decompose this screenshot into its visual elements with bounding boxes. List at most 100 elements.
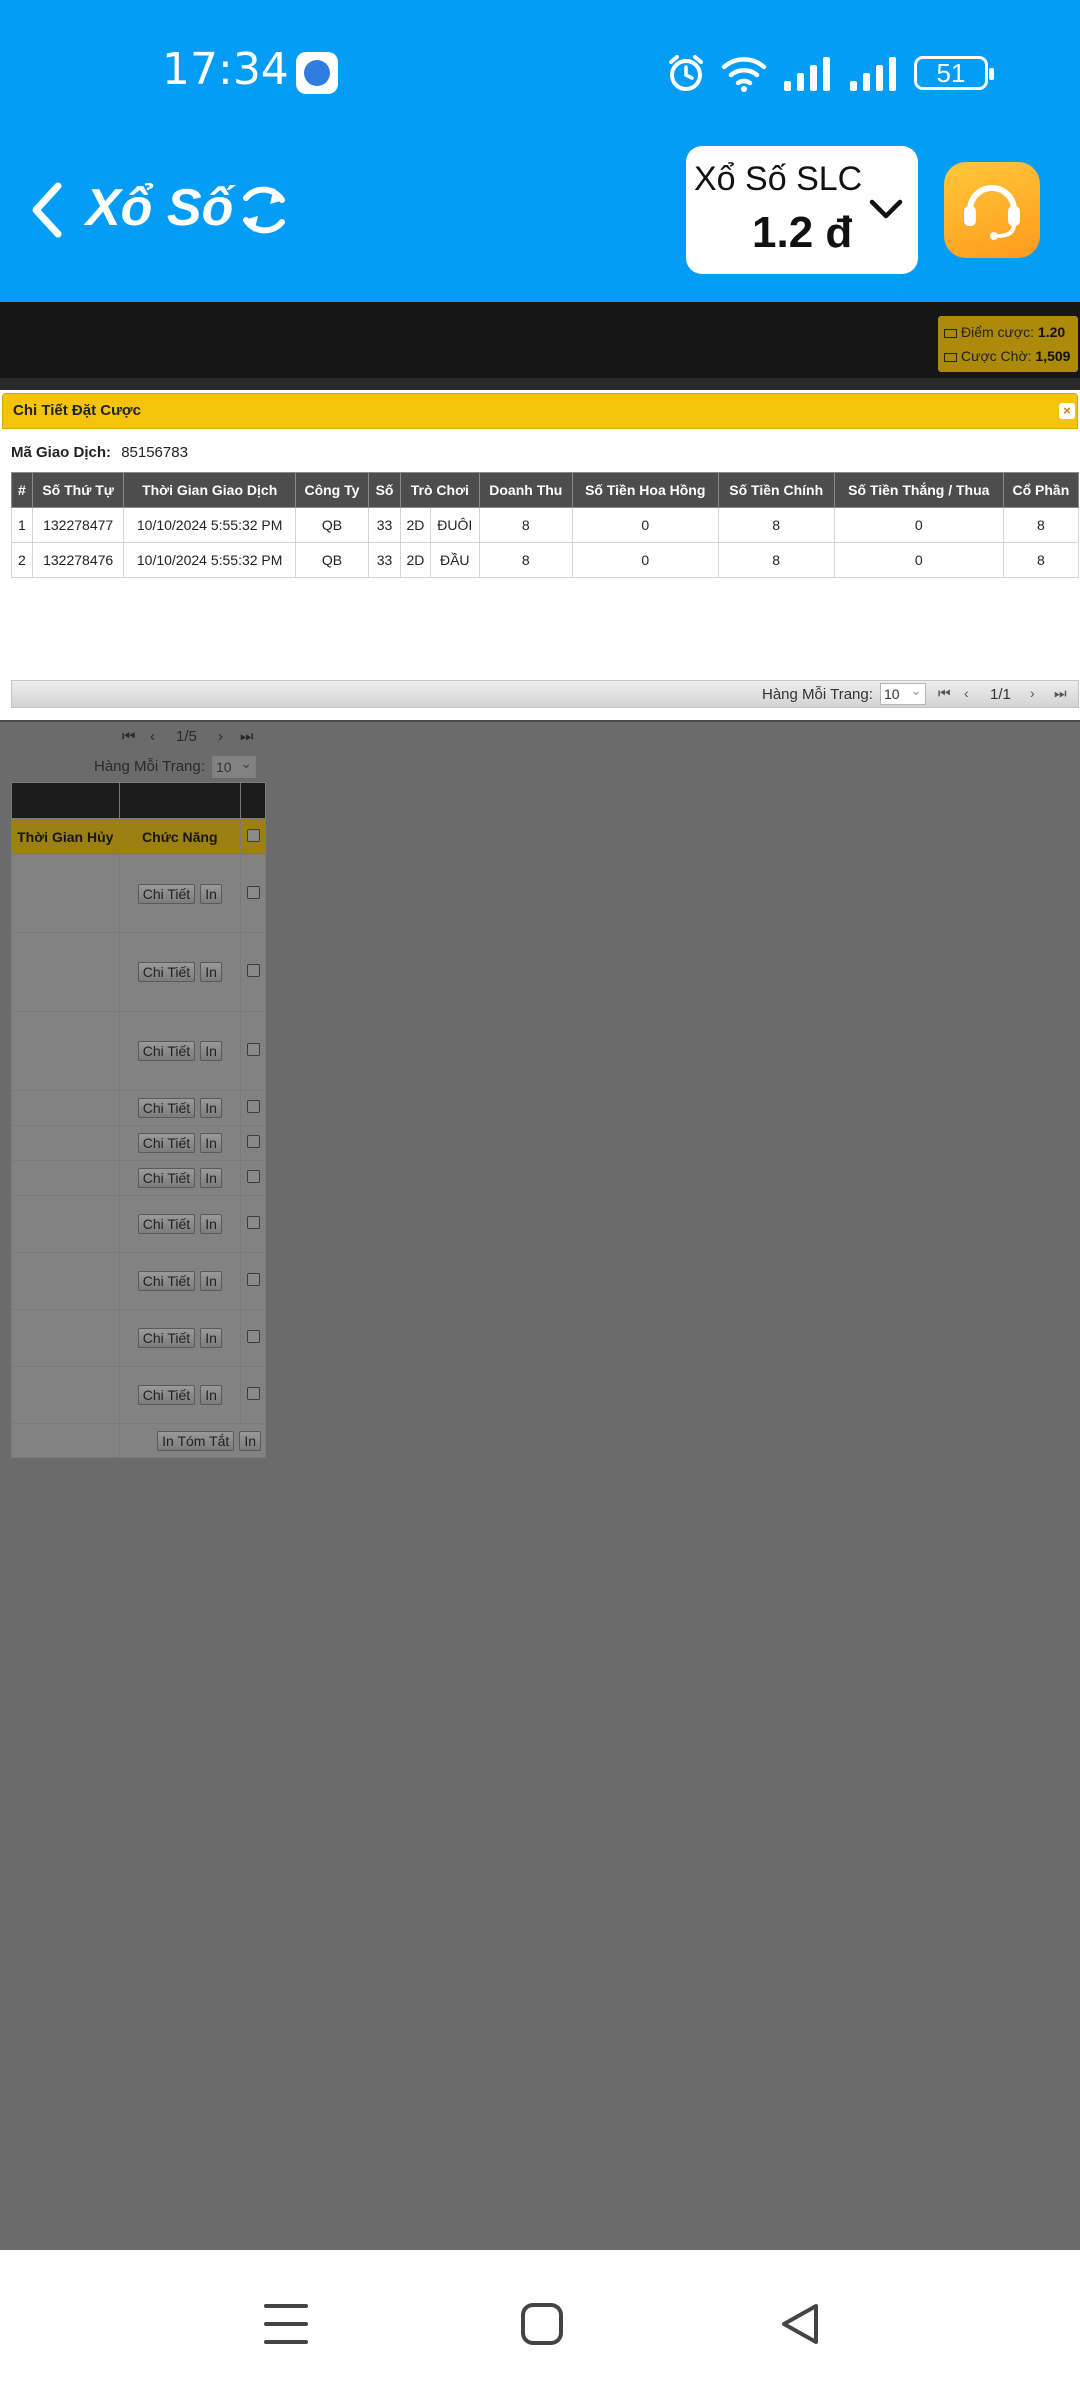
close-button[interactable]: × xyxy=(1059,403,1075,419)
header-cell xyxy=(240,782,266,819)
print-button[interactable]: In xyxy=(200,1168,222,1188)
column-header: # xyxy=(11,472,33,508)
table-header-row xyxy=(11,782,266,819)
select-all-cell xyxy=(240,818,266,855)
modal-divider xyxy=(0,720,1080,722)
summary-empty-cell xyxy=(11,1423,120,1458)
function-cell: Chi Tiết In xyxy=(118,1011,242,1091)
detail-button[interactable]: Chi Tiết xyxy=(137,1328,196,1348)
print-summary-button[interactable]: In Tóm Tắt xyxy=(157,1430,235,1451)
row-checkbox[interactable] xyxy=(246,1387,260,1400)
detail-button[interactable]: Chi Tiết xyxy=(137,1271,196,1291)
chevron-down-icon xyxy=(869,199,903,219)
function-cell: Chi Tiết In xyxy=(118,1090,242,1126)
next-page-button[interactable]: › xyxy=(218,728,223,745)
pending-line: Cược Chờ: 1,509 xyxy=(944,344,1072,368)
money-icon xyxy=(944,353,957,362)
row-checkbox[interactable] xyxy=(246,1100,260,1113)
first-page-button[interactable]: ⏮ xyxy=(122,728,136,745)
bet-points-label: Điểm cược: xyxy=(961,324,1035,340)
column-header: Trò Chơi xyxy=(400,472,480,508)
checkbox-cell xyxy=(240,1366,266,1424)
print-button[interactable]: In xyxy=(200,1385,222,1405)
detail-button[interactable]: Chi Tiết xyxy=(137,1098,196,1118)
modal-header: Chi Tiết Đặt Cược × xyxy=(2,393,1078,429)
function-cell: Chi Tiết In xyxy=(118,1160,242,1196)
transaction-id: 85156783 xyxy=(121,444,188,461)
row-checkbox[interactable] xyxy=(246,1330,260,1343)
refresh-icon[interactable] xyxy=(234,180,294,240)
back-icon[interactable] xyxy=(776,2300,824,2348)
row-checkbox[interactable] xyxy=(246,885,260,899)
table-row: 1 132278477 10/10/2024 5:55:32 PM QB 33 … xyxy=(11,507,1080,543)
print-button[interactable]: In xyxy=(239,1430,261,1451)
column-header: Số Tiền Thắng / Thua xyxy=(833,472,1004,508)
row-checkbox[interactable] xyxy=(246,1273,260,1286)
prev-page-button[interactable]: ‹ xyxy=(150,728,155,745)
function-header: Chức Năng xyxy=(118,818,242,855)
list-row: Chi Tiết In xyxy=(11,1195,266,1253)
modal-title: Chi Tiết Đặt Cược xyxy=(13,402,141,419)
table-cell: 2D xyxy=(400,507,431,543)
page-indicator: 1/5 xyxy=(176,728,197,745)
detail-button[interactable]: Chi Tiết xyxy=(137,1041,196,1061)
detail-button[interactable]: Chi Tiết xyxy=(137,883,196,904)
headset-icon xyxy=(964,185,1020,240)
print-button[interactable]: In xyxy=(200,1041,222,1061)
cancel-time-header: Thời Gian Hủy xyxy=(11,818,120,855)
row-checkbox[interactable] xyxy=(246,964,260,977)
function-cell: Chi Tiết In xyxy=(118,854,242,933)
table-cell: 33 xyxy=(368,542,402,578)
next-page-button[interactable]: › xyxy=(1030,685,1035,701)
print-button[interactable]: In xyxy=(200,1098,222,1118)
print-button[interactable]: In xyxy=(200,1133,222,1153)
table-cell: 33 xyxy=(368,507,402,543)
rows-per-page-select[interactable]: 10 xyxy=(880,680,926,705)
detail-button[interactable]: Chi Tiết xyxy=(137,1133,196,1153)
last-page-button[interactable]: ⏭ xyxy=(1054,685,1067,702)
support-button[interactable] xyxy=(944,162,1040,258)
print-button[interactable]: In xyxy=(200,1271,222,1291)
cancel-time-cell xyxy=(11,1195,120,1253)
row-checkbox[interactable] xyxy=(246,1170,260,1183)
detail-button[interactable]: Chi Tiết xyxy=(137,1214,196,1234)
cancel-time-cell xyxy=(11,854,120,933)
last-page-button[interactable]: ⏭ xyxy=(240,728,254,745)
row-checkbox[interactable] xyxy=(246,1216,260,1229)
function-cell: Chi Tiết In xyxy=(118,932,242,1012)
detail-button[interactable]: Chi Tiết xyxy=(137,1385,196,1405)
status-time: 17:34 xyxy=(162,44,289,95)
column-header: Số xyxy=(368,472,402,508)
list-pager: ⏮ ‹ 1/5 › ⏭ xyxy=(122,728,262,750)
menu-icon[interactable] xyxy=(262,2300,310,2348)
top-bar: 17:34 51 Xổ Số Xổ Số SLC 1.2 đ xyxy=(0,0,1080,302)
table-cell: 2 xyxy=(11,542,33,578)
first-page-button[interactable]: ⏮ xyxy=(938,685,951,702)
navigation-bar xyxy=(0,2250,1080,2400)
print-button[interactable]: In xyxy=(200,1214,222,1234)
print-button[interactable]: In xyxy=(200,962,222,982)
column-header: Số Tiền Hoa Hồng xyxy=(571,472,719,508)
home-icon[interactable] xyxy=(518,2300,566,2348)
lottery-selector[interactable]: Xổ Số SLC 1.2 đ xyxy=(686,146,918,274)
detail-button[interactable]: Chi Tiết xyxy=(137,962,196,982)
detail-button[interactable]: Chi Tiết xyxy=(137,1168,196,1188)
cancel-time-cell xyxy=(11,932,120,1012)
prev-page-button[interactable]: ‹ xyxy=(964,685,969,701)
row-checkbox[interactable] xyxy=(246,1135,260,1148)
checkbox-cell xyxy=(240,1090,266,1126)
back-arrow-icon[interactable] xyxy=(24,178,72,242)
table-cell: 8 xyxy=(717,542,835,578)
lottery-name: Xổ Số SLC xyxy=(694,160,863,198)
print-button[interactable]: In xyxy=(200,883,222,904)
pending-value: 1,509 xyxy=(1035,348,1071,364)
summary-actions-cell: In Tóm Tắt In xyxy=(118,1423,267,1458)
column-header: Thời Gian Giao Dịch xyxy=(123,472,296,508)
list-row: Chi Tiết In xyxy=(11,1252,266,1310)
row-checkbox[interactable] xyxy=(246,1043,260,1056)
table-cell: 0 xyxy=(571,542,719,578)
rows-per-page-select[interactable]: 10 xyxy=(212,753,256,778)
print-button[interactable]: In xyxy=(200,1328,222,1348)
select-all-checkbox[interactable] xyxy=(246,828,260,842)
list-row: Chi Tiết In xyxy=(11,1160,266,1196)
